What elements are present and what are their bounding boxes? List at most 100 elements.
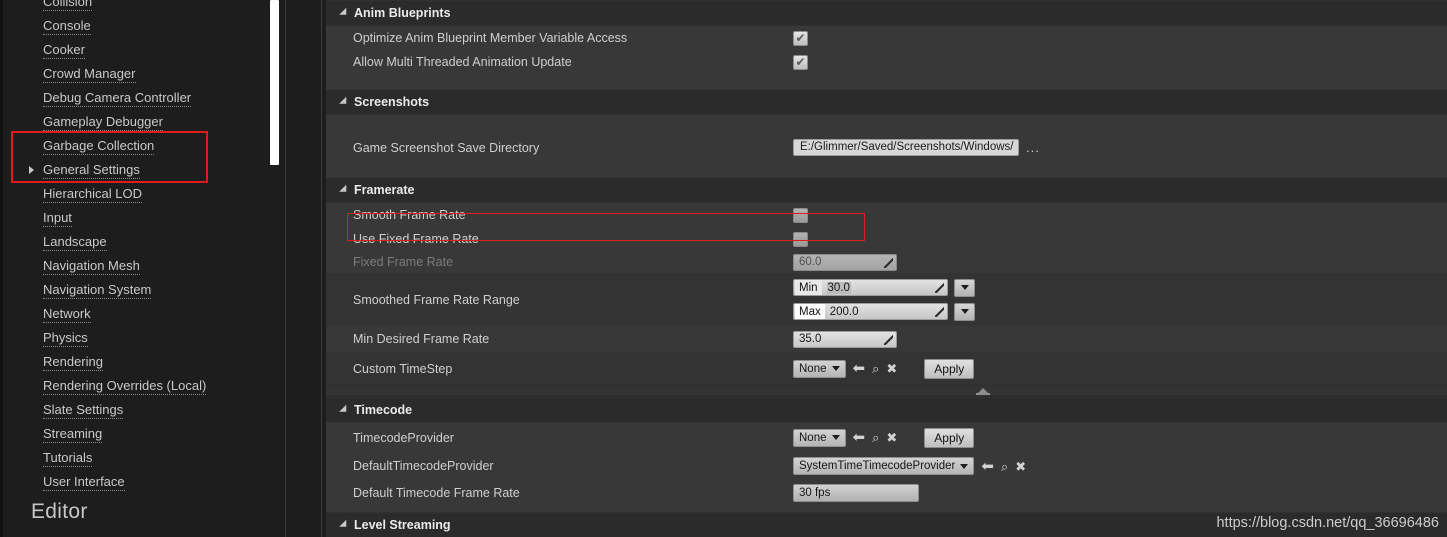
browse-asset-icon[interactable]: ⌕ [872,362,879,375]
section-collapse-bar[interactable] [326,385,1447,397]
spacer-row [326,160,1447,177]
checkbox-smooth-frame-rate[interactable] [793,207,808,223]
sidebar-item-label: Rendering [43,354,103,371]
checkbox-multi-threaded-anim[interactable]: ✔ [793,54,808,70]
sidebar-item-label: Cooker [43,42,85,59]
drag-handle-icon [884,257,893,268]
property-row-use-fixed-frame-rate: Use Fixed Frame Rate [326,227,1447,251]
sidebar-item-label: Navigation System [43,282,152,299]
group-label: Level Streaming [354,518,451,532]
chevron-down-icon [339,96,350,108]
browse-asset-icon[interactable]: ⌕ [1001,460,1008,473]
sidebar-item-hierarchical-lod[interactable]: Hierarchical LOD [3,182,261,206]
custom-timestep-dropdown[interactable]: None [793,359,846,378]
property-row-multi-threaded-anim: Allow Multi Threaded Animation Update ✔ [326,50,1447,74]
settings-details-panel: Anim Blueprints Optimize Anim Blueprint … [326,0,1447,537]
collapse-handle-icon[interactable] [976,388,990,395]
property-row-smooth-frame-rate: Smooth Frame Rate [326,203,1447,227]
sidebar-item-navigation-mesh[interactable]: Navigation Mesh [3,254,261,278]
group-header-timecode[interactable]: Timecode [326,397,1447,423]
group-label: Anim Blueprints [354,6,451,20]
sidebar-item-navigation-system[interactable]: Navigation System [3,278,261,302]
default-timecode-frame-rate-dropdown[interactable]: 30 fps [793,484,919,502]
min-desired-frame-rate-spinner[interactable]: 35.0 [793,330,897,348]
sidebar-item-label: Gameplay Debugger [43,114,163,131]
reset-to-default-icon[interactable]: ⬅ [853,430,866,445]
clear-asset-icon[interactable]: ✖ [1015,460,1026,473]
sidebar-item-console[interactable]: Console [3,14,261,38]
chevron-down-icon [831,366,840,371]
chevron-down-icon [339,184,350,196]
smoothed-max-spinner[interactable]: Max 200.0 [793,303,948,320]
drag-handle-icon [884,334,893,345]
sidebar-item-debug-camera-controller[interactable]: Debug Camera Controller [3,86,261,110]
property-label: TimecodeProvider [353,430,454,445]
reset-to-default-icon[interactable]: ⬅ [853,361,866,376]
browse-asset-icon[interactable]: ⌕ [872,431,879,444]
chevron-down-icon [831,435,840,440]
reset-to-default-icon[interactable]: ⬅ [981,459,994,474]
smoothed-min-spinner[interactable]: Min 30.0 [793,279,948,296]
spinner-prefix-min: Min [795,280,822,295]
sidebar-item-label: General Settings [43,162,140,179]
sidebar-scrollbar-thumb[interactable] [270,0,279,165]
property-row-default-timecode-provider: DefaultTimecodeProvider SystemTimeTimeco… [326,452,1447,480]
sidebar-item-streaming[interactable]: Streaming [3,422,261,446]
sidebar-item-label: Collision [43,0,93,11]
chevron-down-icon [339,7,350,19]
sidebar-item-label: Streaming [43,426,103,443]
property-row-optimize-anim: Optimize Anim Blueprint Member Variable … [326,26,1447,50]
panel-gutter [258,0,326,537]
timecode-provider-apply-button[interactable]: Apply [924,427,975,448]
group-header-framerate[interactable]: Framerate [326,177,1447,203]
group-header-screenshots[interactable]: Screenshots [326,89,1447,115]
sidebar-item-physics[interactable]: Physics [3,326,261,350]
clear-asset-icon[interactable]: ✖ [886,362,897,375]
project-settings-window: Collision Console Cooker Crowd Manager Debug… [0,0,1447,537]
sidebar-item-label: Hierarchical LOD [43,186,142,203]
dropdown-value: None [799,362,827,375]
chevron-down-icon [960,463,969,469]
sidebar-item-slate-settings[interactable]: Slate Settings [3,398,261,422]
smoothed-max-dropdown-button[interactable] [954,302,975,321]
sidebar-item-label: Garbage Collection [43,138,155,155]
sidebar-item-gameplay-debugger[interactable]: Gameplay Debugger [3,110,261,134]
timecode-provider-dropdown[interactable]: None [793,428,846,447]
sidebar-item-list: Collision Console Cooker Crowd Manager Debug… [3,0,261,494]
sidebar-item-label: Debug Camera Controller [43,90,192,107]
group-header-anim-blueprints[interactable]: Anim Blueprints [326,0,1447,26]
browse-directory-button[interactable]: ... [1026,140,1040,155]
sidebar-section-header: Editor [31,500,88,523]
sidebar-item-rendering-overrides-local[interactable]: Rendering Overrides (Local) [3,374,261,398]
custom-timestep-apply-button[interactable]: Apply [924,358,975,379]
drag-handle-icon [935,307,944,317]
smoothed-min-dropdown-button[interactable] [954,278,975,297]
chevron-down-icon [960,285,969,290]
sidebar-item-general-settings[interactable]: General Settings [3,158,261,182]
sidebar-item-label: Input [43,210,72,227]
sidebar-item-user-interface[interactable]: User Interface [3,470,261,494]
sidebar-item-tutorials[interactable]: Tutorials [3,446,261,470]
checkbox-use-fixed-frame-rate[interactable] [793,231,808,247]
default-timecode-provider-dropdown[interactable]: SystemTimeTimecodeProvider [793,457,975,475]
sidebar-item-rendering[interactable]: Rendering [3,350,261,374]
sidebar-item-collision[interactable]: Collision [3,0,261,14]
chevron-right-icon [29,166,34,174]
dropdown-value: 30 fps [799,487,831,499]
clear-asset-icon[interactable]: ✖ [886,431,897,444]
property-label: Custom TimeStep [353,361,453,376]
spacer-row [326,74,1447,89]
sidebar-scrollbar-track[interactable] [264,0,279,537]
sidebar-item-input[interactable]: Input [3,206,261,230]
sidebar-item-crowd-manager[interactable]: Crowd Manager [3,62,261,86]
sidebar-item-landscape[interactable]: Landscape [3,230,261,254]
sidebar-item-garbage-collection[interactable]: Garbage Collection [3,134,261,158]
sidebar-item-label: Slate Settings [43,402,124,419]
checkbox-optimize-anim[interactable]: ✔ [793,30,808,46]
sidebar-item-network[interactable]: Network [3,302,261,326]
screenshot-directory-input[interactable]: E:/Glimmer/Saved/Screenshots/Windows/ [793,139,1019,156]
sidebar-item-label: Network [43,306,91,323]
chevron-down-icon [960,309,969,314]
sidebar-item-cooker[interactable]: Cooker [3,38,261,62]
property-label: Smoothed Frame Rate Range [353,292,520,307]
